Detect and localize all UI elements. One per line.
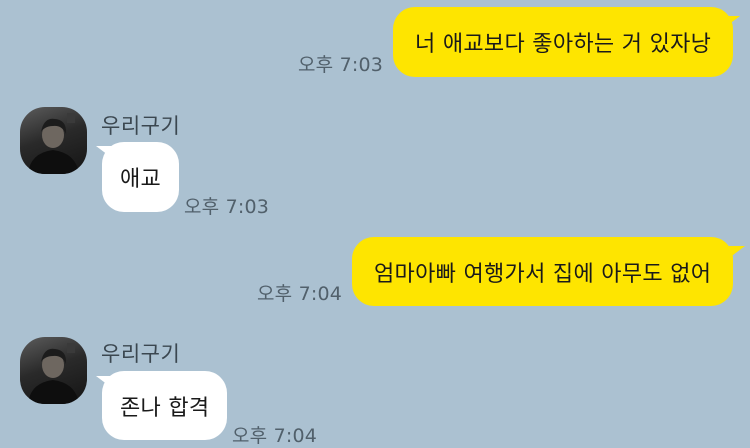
- message-bubble-incoming[interactable]: 존나 합격: [102, 371, 228, 440]
- message-bubble-incoming[interactable]: 애교: [102, 142, 180, 212]
- person-silhouette-icon: [28, 343, 79, 404]
- sender-name: 우리구기: [101, 342, 181, 366]
- person-silhouette-icon: [28, 113, 79, 174]
- message-timestamp: 오후 7:03: [184, 196, 270, 218]
- sender-name: 우리구기: [101, 114, 181, 138]
- message-timestamp: 오후 7:03: [298, 54, 384, 76]
- message-bubble-outgoing[interactable]: 엄마아빠 여행가서 집에 아무도 없어: [352, 237, 734, 306]
- message-timestamp: 오후 7:04: [232, 425, 318, 447]
- avatar[interactable]: [20, 107, 87, 174]
- bubble-tail: [724, 16, 740, 28]
- message-bubble-outgoing[interactable]: 너 애교보다 좋아하는 거 있자낭: [393, 7, 734, 77]
- avatar[interactable]: [20, 337, 87, 404]
- message-timestamp: 오후 7:04: [257, 283, 343, 305]
- bubble-tail: [729, 246, 745, 258]
- chat-room[interactable]: 오후 7:03 너 애교보다 좋아하는 거 있자낭 우리구기 애교 오후 7:0…: [0, 0, 750, 448]
